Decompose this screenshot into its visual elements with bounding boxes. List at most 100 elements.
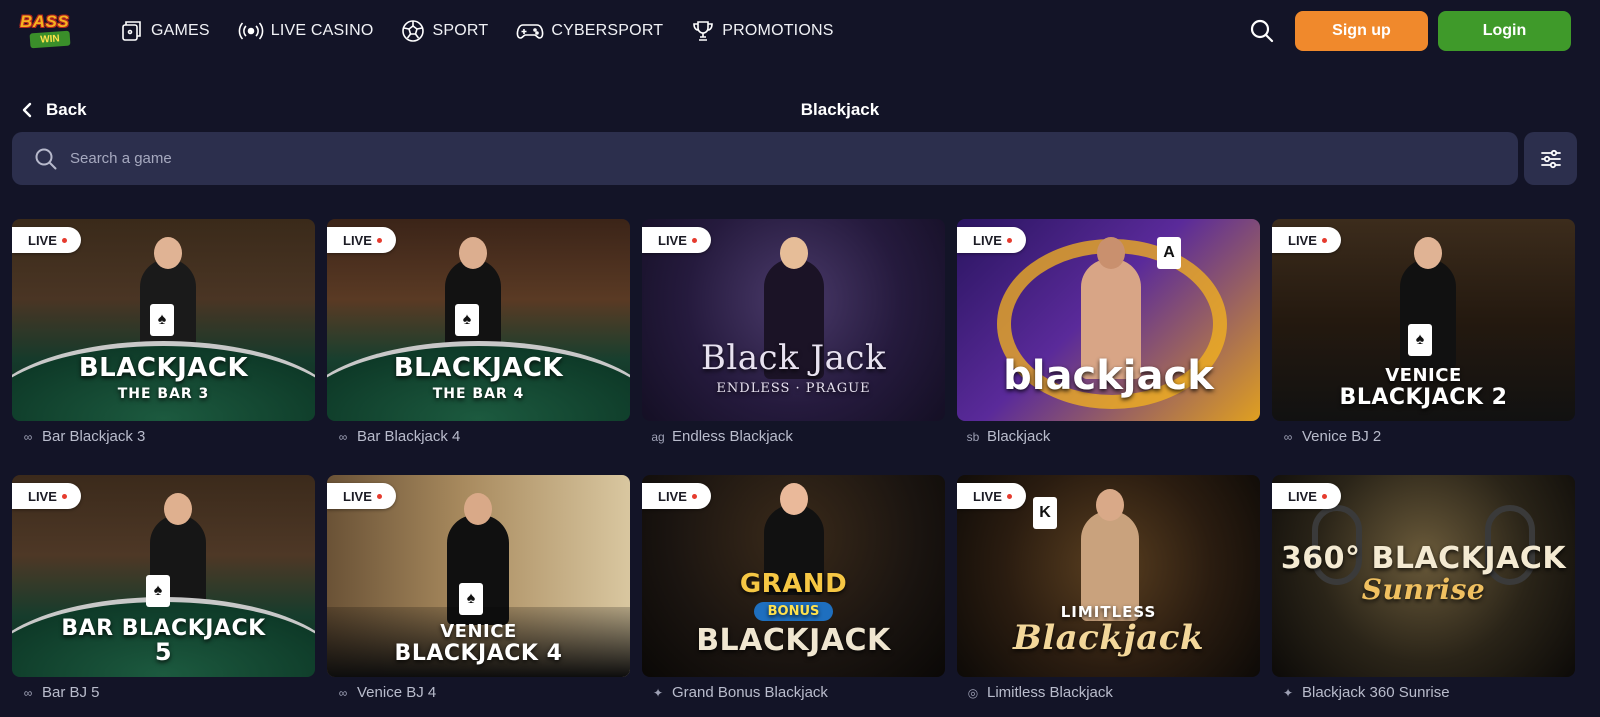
live-dot-icon bbox=[61, 237, 67, 243]
game-thumbnail: ♠ BAR BLACKJACK 5 LIVE bbox=[12, 475, 315, 677]
live-dot-icon bbox=[61, 493, 67, 499]
game-thumbnail: Black Jack ENDLESS · PRAGUE LIVE bbox=[642, 219, 945, 421]
nav-sport[interactable]: SPORT bbox=[401, 19, 488, 43]
game-card[interactable]: ♠ BLACKJACK THE BAR 4 LIVE ∞ Bar Blackja… bbox=[327, 219, 630, 445]
playing-card-icon: K bbox=[1033, 497, 1057, 529]
playing-card-icon: ♠ bbox=[150, 304, 174, 336]
art-subtitle: BLACKJACK 4 bbox=[394, 640, 563, 666]
game-card[interactable]: ♠ VENICE BLACKJACK 2 LIVE ∞ Venice BJ 2 bbox=[1272, 219, 1575, 445]
game-name: Bar BJ 5 bbox=[42, 684, 100, 701]
gamepad-icon bbox=[516, 24, 544, 39]
game-card[interactable]: Black Jack ENDLESS · PRAGUE LIVE ag Endl… bbox=[642, 219, 945, 445]
game-name: Blackjack bbox=[987, 428, 1051, 445]
game-thumbnail: GRAND BONUS BLACKJACK LIVE bbox=[642, 475, 945, 677]
game-card[interactable]: GRAND BONUS BLACKJACK LIVE ✦ Grand Bonus… bbox=[642, 475, 945, 701]
nav-live-casino[interactable]: LIVE CASINO bbox=[238, 19, 374, 43]
star-provider-icon: ✦ bbox=[652, 685, 664, 700]
logo-text-bottom: WIN bbox=[29, 30, 71, 49]
nav-live-casino-label: LIVE CASINO bbox=[270, 22, 374, 39]
live-badge: LIVE bbox=[1272, 227, 1341, 253]
game-name: Venice BJ 4 bbox=[357, 684, 437, 701]
live-dot-icon bbox=[376, 493, 382, 499]
playing-card-icon: ♠ bbox=[146, 575, 170, 607]
game-thumbnail: ♠ BLACKJACK THE BAR 4 LIVE bbox=[327, 219, 630, 421]
game-card[interactable]: 360° BLACKJACK Sunrise LIVE ✦ Blackjack … bbox=[1272, 475, 1575, 701]
filter-button[interactable] bbox=[1524, 132, 1577, 185]
filter-sliders-icon bbox=[1540, 149, 1561, 168]
page-title: Blackjack bbox=[800, 100, 880, 119]
game-search-bar[interactable] bbox=[12, 132, 1518, 185]
game-thumbnail: A blackjack LIVE bbox=[957, 219, 1260, 421]
login-button[interactable]: Login bbox=[1438, 11, 1571, 51]
art-title: blackjack bbox=[1003, 353, 1214, 399]
art-subtitle: BLACKJACK 2 bbox=[1339, 384, 1508, 410]
bonus-pill: BONUS bbox=[753, 602, 834, 622]
soccer-ball-icon bbox=[402, 20, 425, 42]
game-thumbnail: ♠ VENICE BLACKJACK 4 LIVE bbox=[327, 475, 630, 677]
logo-text-top: BASS bbox=[20, 12, 70, 31]
live-badge: LIVE bbox=[12, 483, 81, 509]
live-badge: LIVE bbox=[1272, 483, 1341, 509]
game-search-input[interactable] bbox=[70, 150, 1370, 167]
nav-games[interactable]: GAMES bbox=[120, 19, 210, 43]
game-thumbnail: ♠ VENICE BLACKJACK 2 LIVE bbox=[1272, 219, 1575, 421]
live-dot-icon bbox=[376, 237, 382, 243]
live-broadcast-icon bbox=[238, 22, 264, 40]
game-name: Grand Bonus Blackjack bbox=[672, 684, 828, 701]
top-nav-bar: BASS WIN GAMES LIVE CASINO SPORT CYBERSP… bbox=[0, 0, 1600, 62]
live-dot-icon bbox=[1006, 493, 1012, 499]
art-subtitle: BLACKJACK bbox=[696, 623, 891, 659]
header-search-button[interactable] bbox=[1249, 18, 1275, 44]
game-thumbnail: ♠ BLACKJACK THE BAR 3 LIVE bbox=[12, 219, 315, 421]
nav-promotions[interactable]: PROMOTIONS bbox=[691, 19, 833, 43]
bass-win-logo[interactable]: BASS WIN bbox=[18, 12, 80, 49]
game-name: Bar Blackjack 4 bbox=[357, 428, 461, 445]
art-subtitle: THE BAR 4 bbox=[432, 386, 525, 403]
game-card[interactable]: ♠ BLACKJACK THE BAR 3 LIVE ∞ Bar Blackja… bbox=[12, 219, 315, 445]
art-subtitle: 5 bbox=[154, 638, 173, 667]
sb-provider-icon: sb bbox=[966, 429, 980, 444]
art-subtitle: Sunrise bbox=[1361, 572, 1486, 606]
live-badge: LIVE bbox=[957, 227, 1026, 253]
live-dot-icon bbox=[1006, 237, 1012, 243]
link-icon: ∞ bbox=[1283, 429, 1293, 444]
link-icon: ∞ bbox=[338, 685, 348, 700]
live-dot-icon bbox=[691, 493, 697, 499]
game-thumbnail: K LIMITLESS Blackjack LIVE bbox=[957, 475, 1260, 677]
search-icon bbox=[1250, 19, 1274, 43]
game-card[interactable]: ♠ VENICE BLACKJACK 4 LIVE ∞ Venice BJ 4 bbox=[327, 475, 630, 701]
art-title: Black Jack bbox=[700, 338, 887, 378]
ag-provider-icon: ag bbox=[651, 429, 665, 444]
game-name: Endless Blackjack bbox=[672, 428, 793, 445]
games-icon bbox=[122, 21, 141, 41]
star-provider-icon: ✦ bbox=[1282, 685, 1294, 700]
art-title: 360° BLACKJACK bbox=[1280, 541, 1567, 576]
art-title: VENICE bbox=[440, 621, 517, 642]
nav-promotions-label: PROMOTIONS bbox=[722, 22, 834, 39]
playing-card-icon: ♠ bbox=[1408, 324, 1432, 356]
search-icon bbox=[35, 148, 57, 169]
game-card[interactable]: ♠ BAR BLACKJACK 5 LIVE ∞ Bar BJ 5 bbox=[12, 475, 315, 701]
live-badge: LIVE bbox=[327, 227, 396, 253]
live-badge: LIVE bbox=[642, 227, 711, 253]
live-badge: LIVE bbox=[327, 483, 396, 509]
game-card[interactable]: K LIMITLESS Blackjack LIVE ◎ Limitless B… bbox=[957, 475, 1260, 701]
trophy-icon bbox=[693, 21, 714, 41]
live-badge: LIVE bbox=[12, 227, 81, 253]
playing-card-icon: ♠ bbox=[455, 304, 479, 336]
link-icon: ∞ bbox=[23, 685, 33, 700]
art-subtitle: Blackjack bbox=[1012, 618, 1205, 658]
nav-cybersport[interactable]: CYBERSPORT bbox=[516, 19, 663, 43]
art-title: BLACKJACK bbox=[78, 353, 249, 383]
signup-button[interactable]: Sign up bbox=[1295, 11, 1428, 51]
game-name: Venice BJ 2 bbox=[1302, 428, 1382, 445]
nav-cybersport-label: CYBERSPORT bbox=[551, 22, 664, 39]
nav-sport-label: SPORT bbox=[432, 22, 489, 39]
art-title: BAR BLACKJACK bbox=[61, 616, 266, 641]
link-icon: ∞ bbox=[23, 429, 33, 444]
game-card[interactable]: A blackjack LIVE sb Blackjack bbox=[957, 219, 1260, 445]
live-dot-icon bbox=[1321, 237, 1327, 243]
live-dot-icon bbox=[691, 237, 697, 243]
game-thumbnail: 360° BLACKJACK Sunrise LIVE bbox=[1272, 475, 1575, 677]
art-title: VENICE bbox=[1385, 365, 1462, 386]
